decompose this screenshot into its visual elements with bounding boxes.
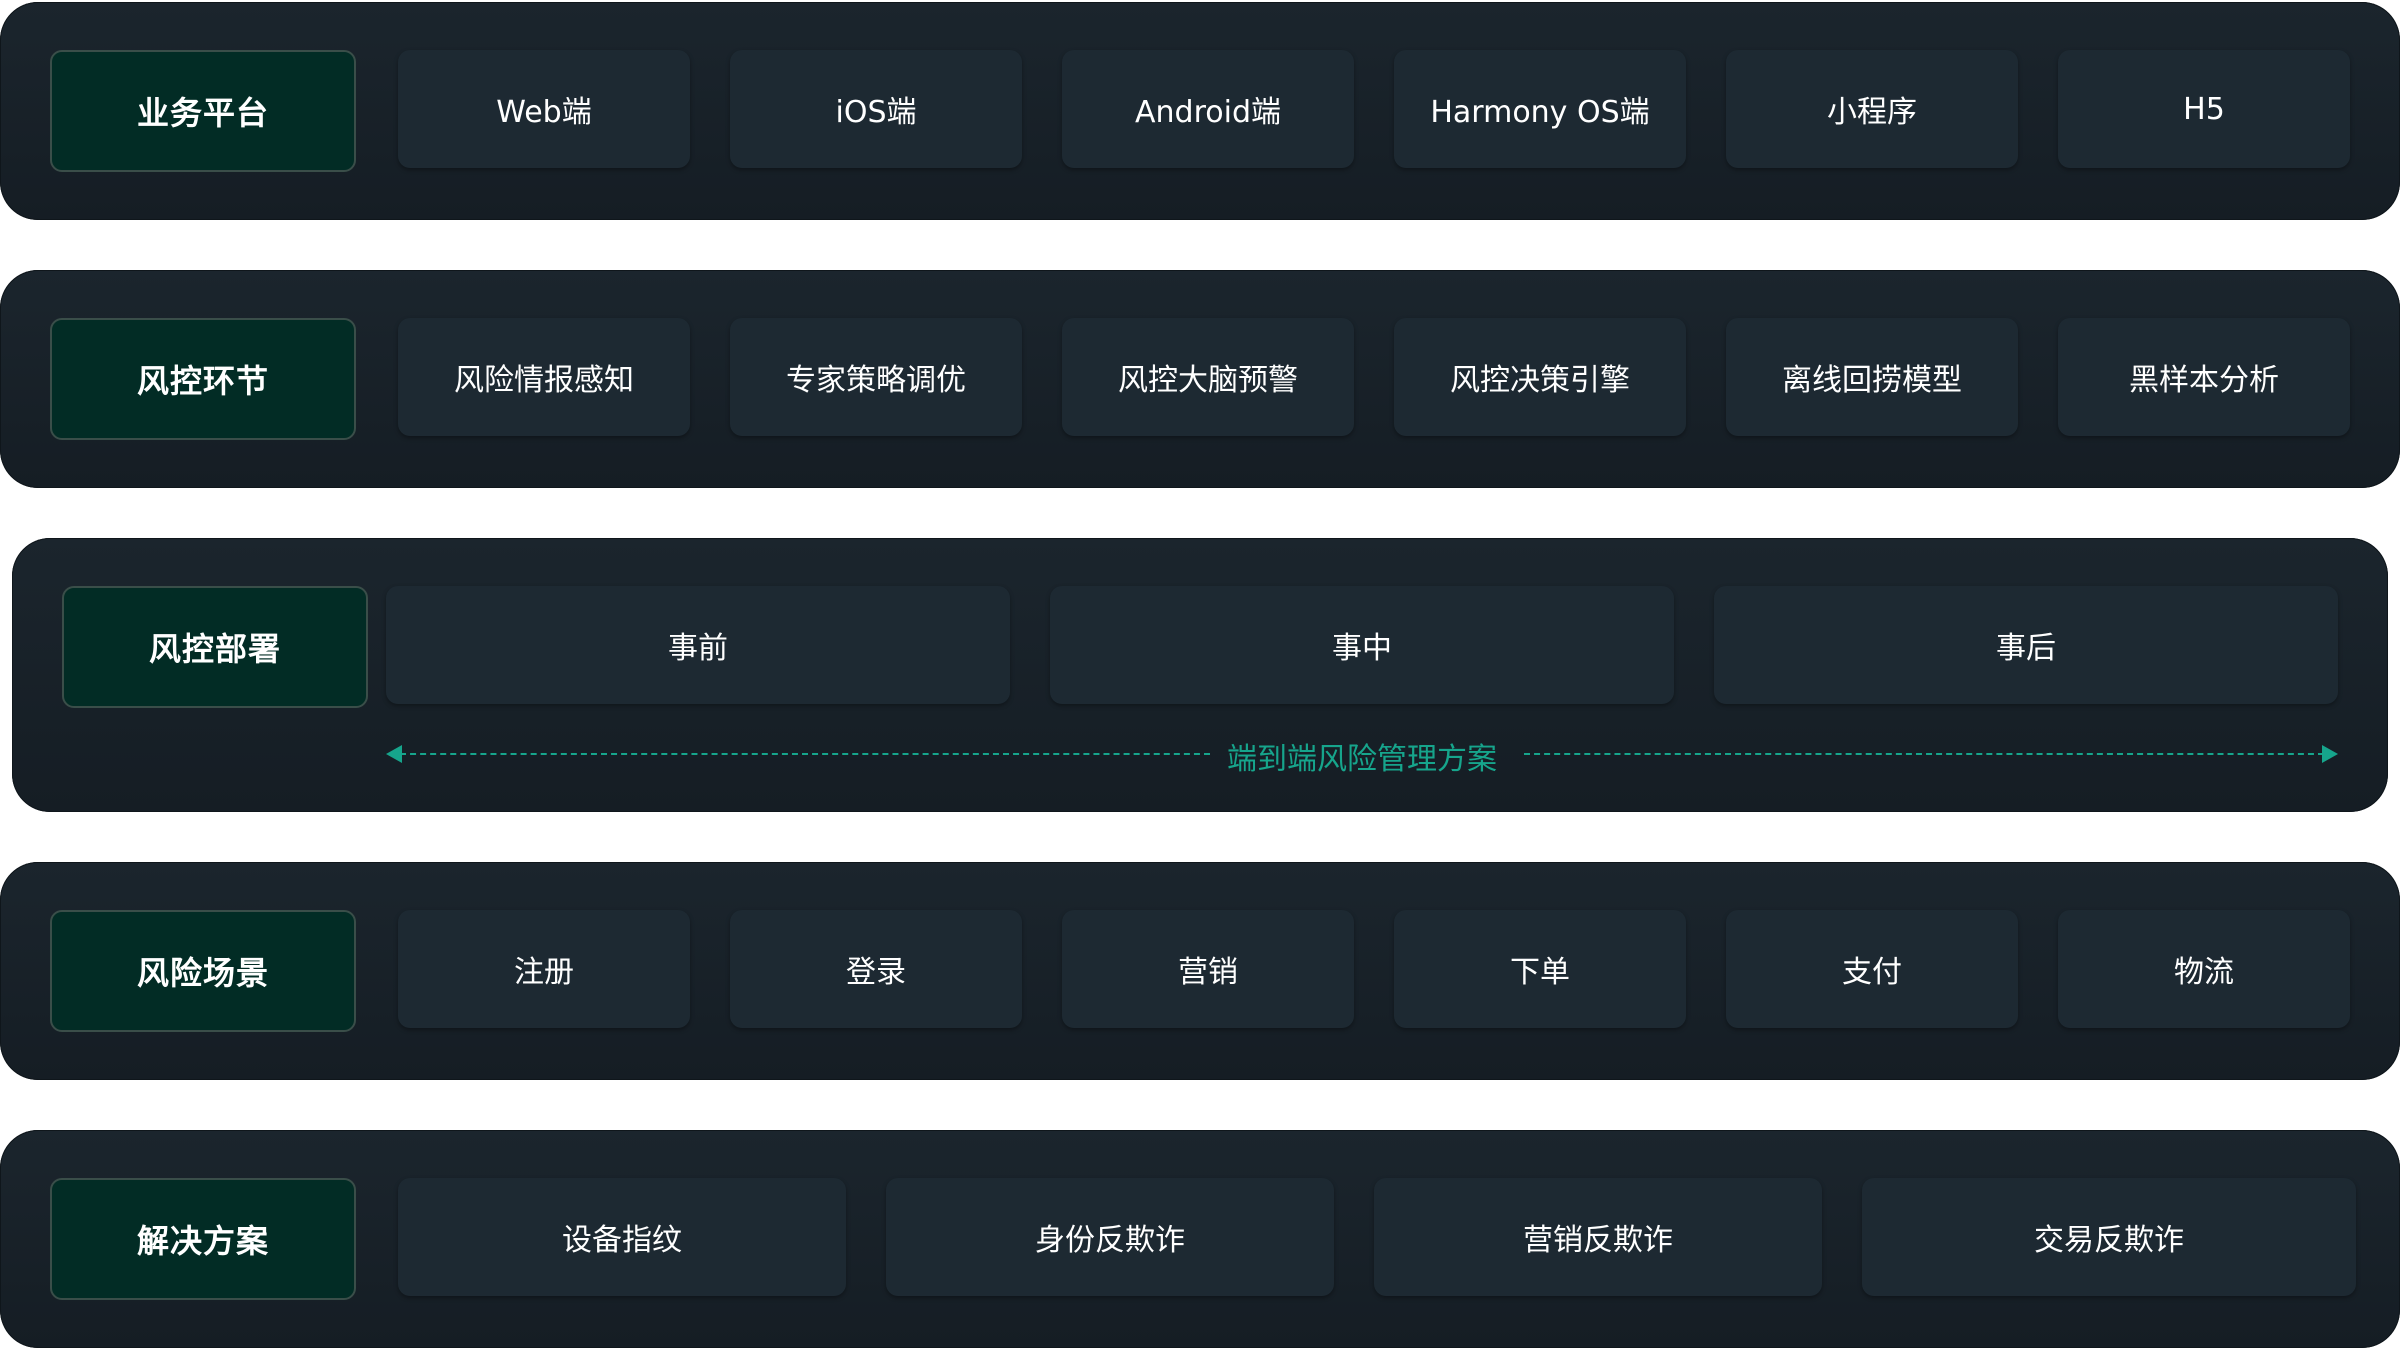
stage-strategy-tuning: 专家策略调优 [730,318,1022,436]
solution-transaction-antifraud: 交易反欺诈 [1862,1178,2356,1296]
row-risk-control-stages: 风控环节 风险情报感知 专家策略调优 风控大脑预警 风控决策引擎 离线回捞模型 … [0,270,2400,488]
row-label-risk-control-stages: 风控环节 [50,318,356,440]
row-business-platform: 业务平台 Web端 iOS端 Android端 Harmony OS端 小程序 … [0,2,2400,220]
arrow-line-left [400,753,1210,755]
solution-identity-antifraud: 身份反欺诈 [886,1178,1334,1296]
stage-black-sample: 黑样本分析 [2058,318,2350,436]
scenario-logistics: 物流 [2058,910,2350,1028]
stage-brain-alert: 风控大脑预警 [1062,318,1354,436]
scenario-order: 下单 [1394,910,1686,1028]
deploy-before: 事前 [386,586,1010,704]
scenario-payment: 支付 [1726,910,2018,1028]
stage-decision-engine: 风控决策引擎 [1394,318,1686,436]
architecture-diagram: 业务平台 Web端 iOS端 Android端 Harmony OS端 小程序 … [0,0,2400,1350]
end-to-end-label: 端到端风险管理方案 [1227,742,1497,777]
solution-marketing-antifraud: 营销反欺诈 [1374,1178,1822,1296]
scenario-register: 注册 [398,910,690,1028]
platform-h5: H5 [2058,50,2350,168]
row-risk-deployment: 风控部署 事前 事中 事后 端到端风险管理方案 [12,538,2388,812]
solution-device-fingerprint: 设备指纹 [398,1178,846,1296]
row-label-risk-scenarios: 风险场景 [50,910,356,1032]
platform-android: Android端 [1062,50,1354,168]
arrow-right-head-icon [2322,745,2338,763]
scenario-login: 登录 [730,910,1022,1028]
arrow-line-right [1524,753,2324,755]
row-label-risk-deployment: 风控部署 [62,586,368,708]
stage-offline-model: 离线回捞模型 [1726,318,2018,436]
row-solutions: 解决方案 设备指纹 身份反欺诈 营销反欺诈 交易反欺诈 [0,1130,2400,1348]
platform-harmony: Harmony OS端 [1394,50,1686,168]
deploy-during: 事中 [1050,586,1674,704]
platform-web: Web端 [398,50,690,168]
deploy-after: 事后 [1714,586,2338,704]
row-risk-scenarios: 风险场景 注册 登录 营销 下单 支付 物流 [0,862,2400,1080]
stage-intel-sensing: 风险情报感知 [398,318,690,436]
platform-mini-program: 小程序 [1726,50,2018,168]
row-label-business-platform: 业务平台 [50,50,356,172]
scenario-marketing: 营销 [1062,910,1354,1028]
row-label-solutions: 解决方案 [50,1178,356,1300]
platform-ios: iOS端 [730,50,1022,168]
